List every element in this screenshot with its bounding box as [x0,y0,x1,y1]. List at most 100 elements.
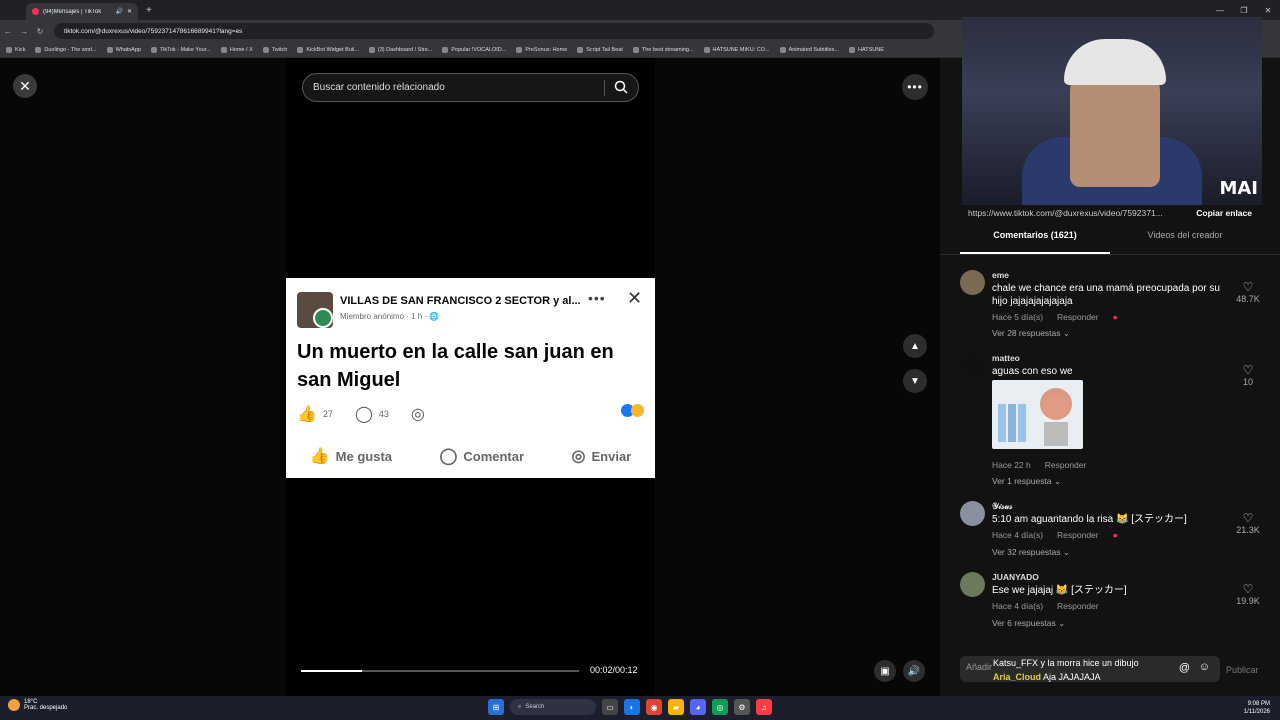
avatar[interactable] [960,572,985,597]
bookmark-label: Animated Subtitles... [788,46,840,53]
view-replies-button[interactable]: Ver 1 respuesta ⌄ [992,476,1061,487]
emoji-icon[interactable]: ☺ [1199,661,1210,673]
bookmark-item[interactable]: Kick [6,46,25,53]
bookmark-item[interactable]: Popular !VOCALOID... [442,46,507,53]
bookmark-item[interactable]: TikTok - Make Your... [150,46,211,53]
close-tab-icon[interactable]: ✕ [127,8,132,15]
reply-button[interactable]: Responder [1057,312,1099,322]
view-replies-button[interactable]: Ver 32 respuestas ⌄ [992,547,1070,558]
related-search-input[interactable]: Buscar contenido relacionado [302,73,639,102]
chat-overlay-message: Aja JAJAJAJA [1043,672,1101,682]
like-button[interactable]: ♡ 48.7K [1228,280,1268,304]
bookmark-item[interactable]: The best streaming... [632,46,694,53]
heart-icon: ♡ [1242,582,1254,596]
reload-icon[interactable]: ↻ [32,27,48,36]
comment-author[interactable]: matteo [992,353,1020,363]
comment-meta: Hace 22 h Responder [992,460,1086,470]
bookmark-item[interactable]: HATSUNE [849,46,884,53]
volume-icon[interactable]: 🔊 [903,660,925,682]
facebook-post-screenshot: VILLAS DE SAN FRANCISCO 2 SECTOR y al...… [286,278,655,478]
reactions [621,404,644,417]
bookmark-label: Twitch [271,46,288,53]
bookmark-item[interactable]: Animated Subtitles... [779,46,840,53]
previous-video-button[interactable]: ▲ [903,334,927,358]
bookmark-label: PreSonus: Home [525,46,568,53]
next-video-button[interactable]: ▼ [903,369,927,393]
copy-link-button[interactable]: Copiar enlace [1196,208,1260,218]
bookmark-item[interactable]: HATSUNE MIKU: CO... [703,46,770,53]
like-count: 19.9K [1236,596,1260,606]
discord-icon[interactable]: ◕ [690,699,706,715]
reply-button[interactable]: Responder [1057,601,1099,611]
publish-button[interactable]: Publicar [1226,665,1259,675]
video-link: https://www.tiktok.com/@duxrexus/video/7… [968,208,1163,218]
bookmark-item[interactable]: Duolingo - The worl... [35,46,97,53]
bookmark-item[interactable]: WhatsApp [106,46,141,53]
avatar[interactable] [960,501,985,526]
weather-widget[interactable]: 18°C Prac. despejado [8,699,67,711]
music-icon[interactable]: ♫ [756,699,772,715]
send-label: Enviar [591,448,632,464]
forward-icon[interactable]: → [16,27,32,36]
avatar[interactable] [960,353,985,378]
video-progress-bar[interactable] [301,670,579,672]
bookmark-label: Duolingo - The worl... [44,46,97,53]
task-view-icon[interactable]: ▭ [602,699,618,715]
pip-icon[interactable]: ▣ [874,660,896,682]
tab-creator-videos[interactable]: Videos del creador [1110,230,1260,254]
comment-author[interactable]: 𝒴𝒾𝓈𝓊𝓈 [992,501,1012,512]
reply-button[interactable]: Responder [1057,530,1099,540]
search-icon[interactable] [614,80,628,94]
video-time: 00:02/00:12 [590,665,638,675]
like-button[interactable]: ♡ 19.9K [1228,582,1268,606]
comment-input[interactable]: Añadir Katsu_FFX y la morra hice un dibu… [960,656,1220,682]
bookmark-item[interactable]: KickBot Widget Buil... [297,46,359,53]
mention-icon[interactable]: @ [1179,662,1190,674]
folder-icon[interactable]: ▰ [668,699,684,715]
comment-time: Hace 5 día(s) [992,312,1044,322]
chrome-icon[interactable]: ◉ [646,699,662,715]
bookmark-label: Popular !VOCALOID... [451,46,507,53]
view-replies-button[interactable]: Ver 28 respuestas ⌄ [992,328,1070,339]
view-replies-button[interactable]: Ver 6 respuestas ⌄ [992,618,1065,629]
edge-icon[interactable]: ◐ [624,699,640,715]
start-icon[interactable]: ⊞ [488,699,504,715]
comment-author[interactable]: eme [992,270,1009,280]
avatar[interactable] [960,270,985,295]
like-button[interactable]: ♡ 21.3K [1228,511,1268,535]
comment-author[interactable]: JUANYADO [992,572,1039,582]
tabs-divider [940,254,1280,255]
like-button[interactable]: ♡ 10 [1228,363,1268,387]
comment-image[interactable] [992,380,1083,449]
bookmark-label: Home / X [229,46,253,53]
bookmark-item[interactable]: (3) Dashboard / Stre... [368,46,432,53]
search-divider [604,80,605,96]
globe-icon: 🌐 [429,312,440,321]
browser-icon[interactable]: ◎ [712,699,728,715]
taskbar-search[interactable]: ⌕ Search [510,699,596,715]
view-replies-label: Ver 1 respuesta [992,476,1052,486]
more-options-button[interactable]: ••• [902,74,928,100]
panel-tabs: Comentarios (1621) Videos del creador [960,230,1260,254]
browser-tab[interactable]: (94)Mensajes | TikTok 🔊 ✕ [26,3,138,20]
back-icon[interactable]: ← [0,27,16,36]
reply-button[interactable]: Responder [1045,460,1087,470]
bookmark-favicon-icon [262,46,269,53]
bookmark-item[interactable]: Twitch [262,46,288,53]
chat-overlay-line2: Aria_Cloud Aja JAJAJAJA [993,672,1101,682]
settings-icon[interactable]: ⚙ [734,699,750,715]
url-field[interactable]: tiktok.com/@duxrexus/video/7592371478616… [54,23,934,39]
comment-placeholder: Añadir [966,662,993,672]
bookmark-item[interactable]: PreSonus: Home [516,46,568,53]
tab-comments[interactable]: Comentarios (1621) [960,230,1110,254]
close-video-button[interactable]: ✕ [13,74,37,98]
bookmark-item[interactable]: Home / X [220,46,253,53]
comment-label: Comentar [463,448,525,464]
bookmark-label: Script Tail Beat [586,46,623,53]
new-tab-button[interactable]: + [146,5,152,16]
mute-icon[interactable]: 🔊 [115,8,122,15]
system-clock[interactable]: 9:08 PM 1/11/2026 [1244,700,1270,716]
post-close-icon: ✕ [627,288,643,308]
bookmark-item[interactable]: Script Tail Beat [577,46,623,53]
comment-text: aguas con eso we [992,366,1073,377]
